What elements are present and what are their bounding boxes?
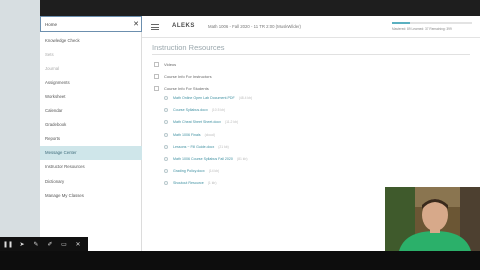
menu-item[interactable]: Manage My Classes xyxy=(40,188,142,202)
file-icon xyxy=(164,108,168,113)
file-icon xyxy=(164,144,168,149)
menu-item[interactable]: Worksheet xyxy=(40,89,142,103)
resource-meta: (1 kb) xyxy=(207,181,217,186)
resource-meta: (48.4 kb) xyxy=(238,96,253,100)
resource-link[interactable]: Math Cheat Sheet Sheet.docx xyxy=(173,120,221,124)
resource-row: Course Syllabus.docx (10.5 kb) xyxy=(164,106,225,114)
file-icon xyxy=(164,169,168,174)
resource-link[interactable]: Grading Policy.docx xyxy=(173,169,205,173)
menu-search-text: Home xyxy=(45,21,58,27)
menu-item[interactable]: Knowledge Check xyxy=(40,33,142,47)
resource-meta: (cloud) xyxy=(204,132,215,137)
file-icon xyxy=(164,96,168,100)
resource-link[interactable]: Lessons ~ Fill Guide.docx xyxy=(173,145,214,149)
file-icon xyxy=(164,132,168,137)
app-header: ALEKS Math 1006 - Fall 2020 - 11 TR 2:00… xyxy=(142,16,480,38)
resource-row: Grading Policy.docx (14 kb) xyxy=(164,167,219,175)
progress-bar xyxy=(392,22,472,24)
menu-item[interactable]: Gradebook xyxy=(40,118,142,132)
menu-item[interactable]: Sets xyxy=(40,47,142,61)
resource-link[interactable]: Math 1006 Course Syllabus Fall 2020 xyxy=(173,157,233,161)
menu-item[interactable]: Journal xyxy=(40,61,142,75)
resource-row: Math 1006 Finals (cloud) xyxy=(164,131,215,139)
hamburger-menu-icon[interactable] xyxy=(151,24,159,30)
section-toggle-row[interactable]: Course Info For Students xyxy=(154,84,209,92)
close-icon[interactable]: ✕ xyxy=(131,20,141,28)
menu-item[interactable]: Reports xyxy=(40,132,142,146)
resource-row: Math 1006 Course Syllabus Fall 2020 (81 k… xyxy=(164,155,248,163)
menu-search-input[interactable]: Home ✕ xyxy=(40,16,142,32)
checkbox[interactable] xyxy=(154,85,159,91)
checkbox[interactable] xyxy=(154,73,159,79)
screen: Home ✕ Knowledge Check Sets Journal Assignm… xyxy=(0,0,480,270)
resource-link[interactable]: Math 1006 Finals xyxy=(173,133,201,137)
menu-item[interactable]: Assignments xyxy=(40,75,142,89)
menu-item[interactable]: Message Center xyxy=(40,145,142,160)
resource-row: Lessons ~ Fill Guide.docx (21 kb) xyxy=(164,143,229,151)
pause-icon[interactable]: ❚❚ xyxy=(3,239,13,249)
resource-meta: (14 kb) xyxy=(208,169,220,174)
resource-meta: (81 kb) xyxy=(236,157,248,161)
sidebar-menu: Home ✕ Knowledge Check Sets Journal Assignm… xyxy=(40,16,142,251)
pen-icon[interactable]: ✎ xyxy=(31,239,41,249)
file-icon xyxy=(164,157,168,161)
file-icon xyxy=(164,181,168,186)
close-icon[interactable]: ✕ xyxy=(73,239,83,249)
checkbox[interactable] xyxy=(154,61,159,67)
resource-link[interactable]: Math Online Open Lab Document.PDF xyxy=(173,96,235,100)
progress-fill xyxy=(392,22,410,24)
resource-row: Shoutout Resource (1 kb) xyxy=(164,179,216,187)
left-margin xyxy=(0,0,40,270)
course-selector[interactable]: Math 1006 - Fall 2020 - 11 TR 2:00 (Musk… xyxy=(208,24,301,29)
screen-icon[interactable]: ▭ xyxy=(59,239,69,249)
resource-row: Math Online Open Lab Document.PDF (48.4 k… xyxy=(164,94,252,102)
progress-stats: Mastered: 89 Learned: 37 Remaining: 399 xyxy=(392,27,452,31)
highlighter-icon[interactable]: ✐ xyxy=(45,239,55,249)
resource-meta: (10.5 kb) xyxy=(211,108,226,113)
section-toggle-row[interactable]: Course Info For Instructors xyxy=(154,72,212,80)
video-letterbox xyxy=(0,251,480,270)
annotation-toolbar: ❚❚ ➤ ✎ ✐ ▭ ✕ xyxy=(0,237,88,251)
menu-item[interactable]: Calendar xyxy=(40,104,142,118)
page-title: Instruction Resources xyxy=(152,43,225,52)
file-icon xyxy=(164,120,168,125)
section-label: Videos xyxy=(164,61,177,67)
divider xyxy=(152,54,470,55)
resource-row: Math Cheat Sheet Sheet.docx (11.2 kb) xyxy=(164,118,238,126)
webcam-feed xyxy=(385,187,480,251)
menu-item[interactable]: Dictionary xyxy=(40,174,142,188)
section-toggle-row[interactable]: Videos xyxy=(154,60,176,68)
pointer-icon[interactable]: ➤ xyxy=(17,239,27,249)
resource-meta: (21 kb) xyxy=(218,144,229,149)
menu-item[interactable]: Instructor Resources xyxy=(40,160,142,174)
section-label: Course Info For Students xyxy=(164,85,209,91)
resource-link[interactable]: Shoutout Resource xyxy=(173,181,204,185)
resource-meta: (11.2 kb) xyxy=(224,120,239,125)
aleks-logo[interactable]: ALEKS xyxy=(172,23,195,29)
resource-link[interactable]: Course Syllabus.docx xyxy=(173,108,208,112)
section-label: Course Info For Instructors xyxy=(164,73,212,79)
